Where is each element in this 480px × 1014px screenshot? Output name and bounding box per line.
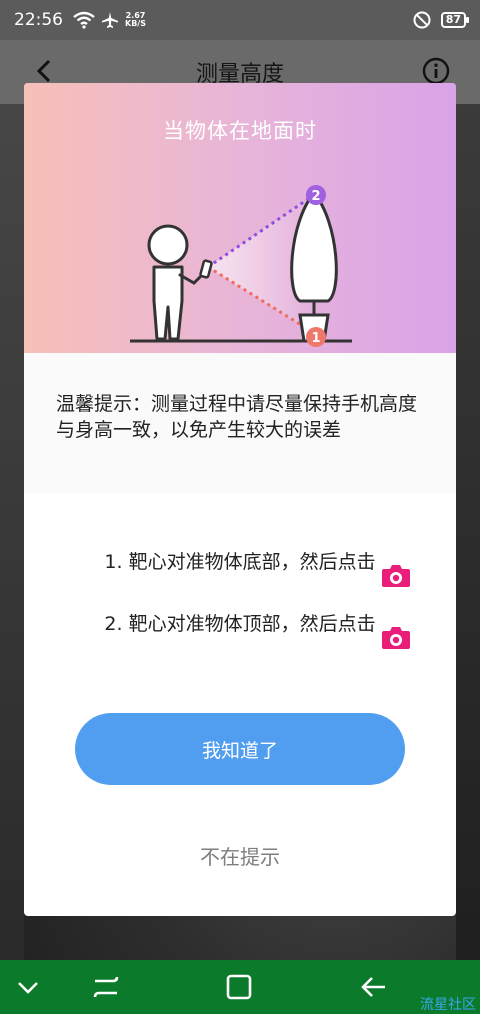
back-arrow-icon[interactable] xyxy=(30,56,60,86)
tip-box: 温馨提示：测量过程中请尽量保持手机高度与身高一致，以免产生较大的误差 xyxy=(24,353,456,493)
measure-illustration: 2 1 xyxy=(130,185,352,347)
info-icon[interactable] xyxy=(422,57,450,85)
dont-remind-button[interactable]: 不在提示 xyxy=(24,841,456,870)
marker-bottom-label: 1 xyxy=(311,331,320,346)
camera-icon xyxy=(382,627,410,649)
tip-text: 温馨提示：测量过程中请尽量保持手机高度与身高一致，以免产生较大的误差 xyxy=(56,393,418,441)
chevron-down-icon[interactable] xyxy=(13,972,43,1002)
camera-icon xyxy=(382,565,410,587)
network-speed-unit: KB/S xyxy=(125,19,146,28)
wifi-icon xyxy=(73,11,95,29)
measurement-tip-dialog: 当物体在地面时 2 1 温馨提示：测量过程中请尽量保持手机高度与身高一致，以免产… xyxy=(24,83,456,916)
status-right: 87 xyxy=(413,11,470,29)
do-not-disturb-icon xyxy=(413,11,431,29)
home-icon[interactable] xyxy=(224,972,254,1002)
step-1-text: 1. 靶心对准物体底部，然后点击 xyxy=(104,551,376,573)
battery-indicator: 87 xyxy=(440,12,470,28)
step-2-text: 2. 靶心对准物体顶部，然后点击 xyxy=(104,613,376,635)
back-icon[interactable] xyxy=(358,972,388,1002)
background-left-edge xyxy=(0,100,24,960)
background-right-edge xyxy=(456,100,480,960)
airplane-icon xyxy=(102,12,118,28)
banner-title: 当物体在地面时 xyxy=(163,119,317,143)
navigation-bar: 流星社区 xyxy=(0,960,480,1014)
watermark: 流星社区 xyxy=(420,997,476,1013)
dialog-banner: 当物体在地面时 2 1 xyxy=(24,83,456,353)
got-it-button[interactable]: 我知道了 xyxy=(75,713,405,785)
status-bar: 22:56 2.67 KB/S 87 xyxy=(0,0,480,40)
status-time: 22:56 xyxy=(14,10,63,30)
marker-top-label: 2 xyxy=(311,189,320,204)
network-speed: 2.67 KB/S xyxy=(125,12,146,28)
menu-icon[interactable] xyxy=(91,972,121,1002)
status-icons: 2.67 KB/S xyxy=(73,11,146,29)
